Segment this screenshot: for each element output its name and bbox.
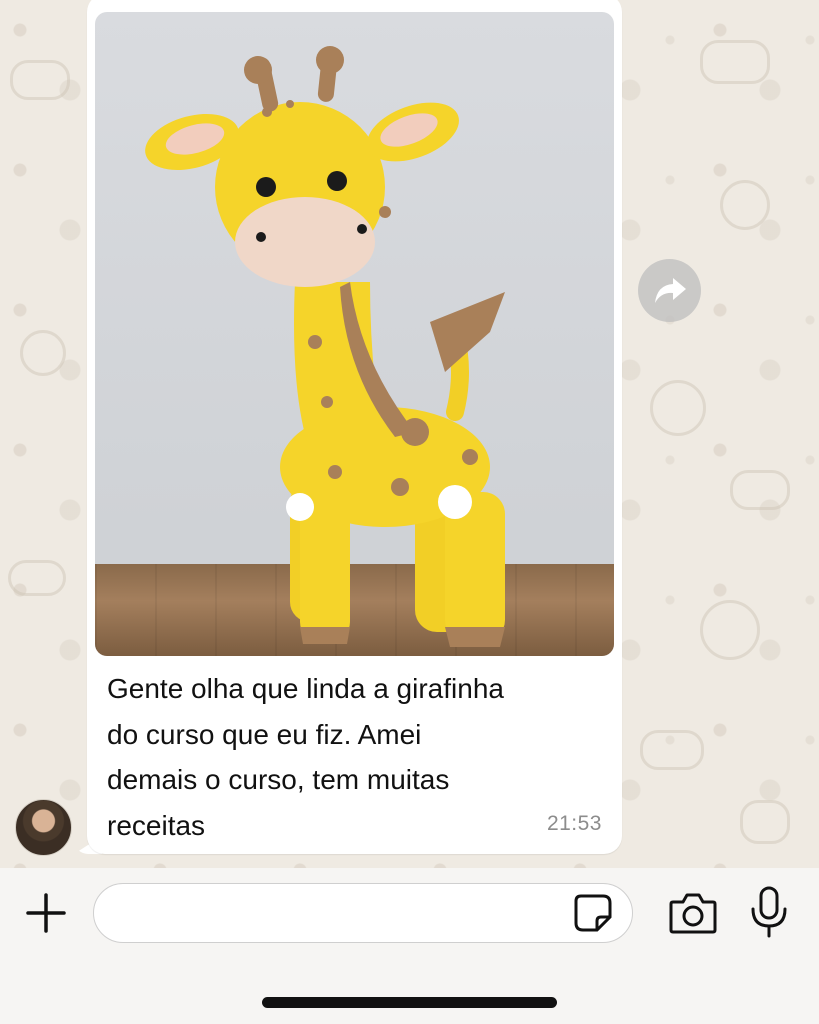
message-input[interactable] [93,883,633,943]
wallpaper-doodle [8,560,66,596]
wallpaper-doodle [730,470,790,510]
forward-button[interactable] [638,259,701,322]
message-text: Gente olha que linda a girafinha do curs… [107,666,597,848]
wallpaper-doodle [640,730,704,770]
wallpaper-doodle [10,60,70,100]
message-timestamp: 21:53 [546,812,602,835]
sticker-button[interactable] [573,893,613,933]
giraffe-plush-illustration [145,46,505,647]
attach-button[interactable] [22,889,70,937]
home-indicator[interactable] [262,997,557,1008]
avatar[interactable] [15,799,72,856]
wallpaper-doodle [700,40,770,84]
camera-icon [669,893,717,934]
sticker-icon [574,894,612,932]
wallpaper-doodle [740,800,790,844]
camera-button[interactable] [668,890,718,936]
message-text-line: receitas [107,809,206,841]
message-text-line: Gente olha que linda a girafinha [107,673,504,704]
giraffe-plush-photo[interactable] [95,12,614,656]
message-text-line: demais o curso, tem muitas [107,764,450,795]
wallpaper-doodle [720,180,770,230]
chat-area[interactable]: Gente olha que linda a girafinha do curs… [0,0,819,868]
wallpaper-doodle [20,330,66,376]
wallpaper-doodle [700,600,760,660]
plus-icon [26,893,66,933]
wallpaper-doodle [650,380,706,436]
microphone-icon [751,886,787,938]
message-text-line: do curso que eu fiz. Amei [107,718,422,750]
microphone-button[interactable] [748,885,790,939]
forward-arrow-icon [654,277,686,303]
message-bubble[interactable]: Gente olha que linda a girafinha do curs… [87,0,622,854]
